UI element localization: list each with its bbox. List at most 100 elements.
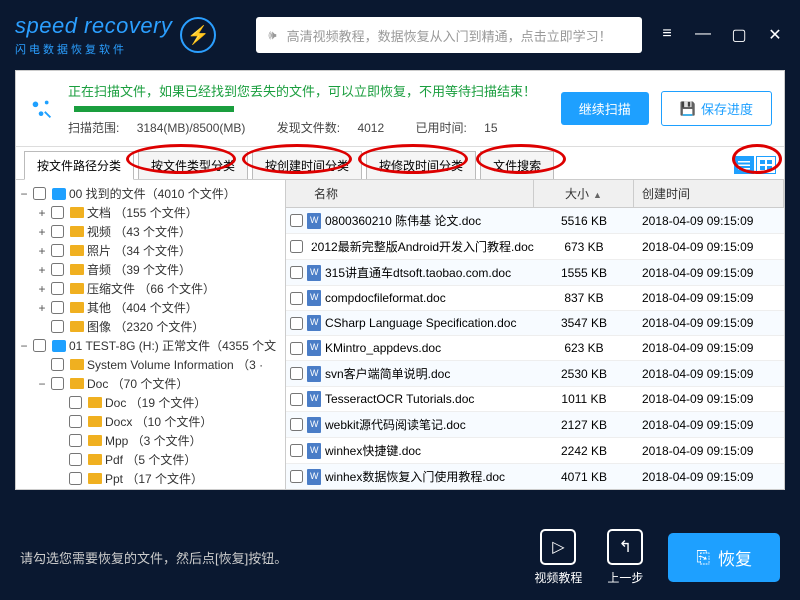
video-tutorial-button[interactable]: ▷ 视频教程 [534,529,582,586]
column-name[interactable]: 名称 [286,180,534,207]
tree-node[interactable]: + 文档 （155 个文件） [18,203,283,222]
expand-toggle[interactable]: + [36,206,48,220]
file-checkbox[interactable] [290,292,303,305]
tree-label[interactable]: Docx （10 个文件） [105,413,212,430]
tree-node[interactable]: System Volume Information （3 · [18,355,283,374]
file-row[interactable]: CSharp Language Specification.doc3547 KB… [286,311,784,336]
tab-search[interactable]: 文件搜索 [480,151,554,179]
tree-label[interactable]: Ppt （17 个文件） [105,470,203,487]
tree-node[interactable]: + 压缩文件 （66 个文件） [18,279,283,298]
expand-toggle[interactable]: + [36,263,48,277]
expand-toggle[interactable] [54,453,66,467]
file-checkbox[interactable] [290,418,303,431]
tree-label[interactable]: Doc （19 个文件） [105,394,206,411]
folder-tree[interactable]: −00 找到的文件（4010 个文件）+文档 （155 个文件）+视频 （43 … [16,180,286,489]
expand-toggle[interactable]: − [36,377,48,391]
tree-node[interactable]: − Doc （70 个文件） [18,374,283,393]
column-created[interactable]: 创建时间 [634,180,784,207]
tree-label[interactable]: System Volume Information （3 · [87,356,263,373]
continue-scan-button[interactable]: 继续扫描 [561,92,649,125]
expand-toggle[interactable] [36,320,48,334]
file-row[interactable]: winhex快捷键.doc2242 KB2018-04-09 09:15:09 [286,438,784,464]
promo-banner[interactable]: 🕪 高清视频教程，数据恢复从入门到精通，点击立即学习！ [256,17,642,53]
tree-label[interactable]: 01 TEST-8G (H:) 正常文件（4355 个文 [69,337,276,354]
file-checkbox[interactable] [290,317,303,330]
grid-view-button[interactable] [756,156,776,174]
tree-node[interactable]: Pptx （3 个文件） [18,488,283,489]
tree-checkbox[interactable] [33,339,46,352]
expand-toggle[interactable]: − [18,339,30,353]
file-row[interactable]: svn客户端简单说明.doc2530 KB2018-04-09 09:15:09 [286,361,784,387]
tree-checkbox[interactable] [33,187,46,200]
tree-label[interactable]: 照片 （34 个文件） [87,242,191,259]
file-row[interactable]: KMintro_appdevs.doc623 KB2018-04-09 09:1… [286,336,784,361]
file-checkbox[interactable] [290,367,303,380]
close-button[interactable]: ✕ [765,25,785,45]
tree-node[interactable]: Ppt （17 个文件） [18,469,283,488]
tab-by-type[interactable]: 按文件类型分类 [138,151,248,179]
file-checkbox[interactable] [290,266,303,279]
tree-label[interactable]: 视频 （43 个文件） [87,223,191,240]
tree-checkbox[interactable] [51,206,64,219]
tree-label[interactable]: 音频 （39 个文件） [87,261,191,278]
tree-node[interactable]: −00 找到的文件（4010 个文件） [18,184,283,203]
expand-toggle[interactable] [54,472,66,486]
tree-checkbox[interactable] [51,282,64,295]
tab-by-path[interactable]: 按文件路径分类 [24,151,134,180]
recover-button[interactable]: ⎘ 恢复 [668,533,780,582]
expand-toggle[interactable]: + [36,301,48,315]
tree-label[interactable]: 图像 （2320 个文件） [87,318,204,335]
file-row[interactable]: 2012最新完整版Android开发入门教程.doc673 KB2018-04-… [286,234,784,260]
tree-node[interactable]: Pdf （5 个文件） [18,450,283,469]
tree-node[interactable]: + 其他 （404 个文件） [18,298,283,317]
expand-toggle[interactable] [36,358,48,372]
expand-toggle[interactable]: + [36,282,48,296]
file-checkbox[interactable] [290,240,303,253]
tree-checkbox[interactable] [69,472,82,485]
tree-node[interactable]: Docx （10 个文件） [18,412,283,431]
menu-icon[interactable]: ≡ [657,25,677,45]
tree-node[interactable]: − 01 TEST-8G (H:) 正常文件（4355 个文 [18,336,283,355]
tab-by-created[interactable]: 按创建时间分类 [252,151,362,179]
tree-checkbox[interactable] [69,434,82,447]
tree-label[interactable]: Pdf （5 个文件） [105,451,196,468]
tree-node[interactable]: + 照片 （34 个文件） [18,241,283,260]
file-row[interactable]: webkit源代码阅读笔记.doc2127 KB2018-04-09 09:15… [286,412,784,438]
tree-label[interactable]: Mpp （3 个文件） [105,432,202,449]
tree-checkbox[interactable] [51,358,64,371]
tree-checkbox[interactable] [51,244,64,257]
tree-node[interactable]: Mpp （3 个文件） [18,431,283,450]
tree-label[interactable]: Doc （70 个文件） [87,375,188,392]
expand-toggle[interactable]: + [36,225,48,239]
tree-checkbox[interactable] [69,415,82,428]
file-row[interactable]: TesseractOCR Tutorials.doc1011 KB2018-04… [286,387,784,412]
tree-checkbox[interactable] [69,453,82,466]
tree-checkbox[interactable] [51,320,64,333]
tab-by-modified[interactable]: 按修改时间分类 [366,151,476,179]
maximize-button[interactable]: ▢ [729,25,749,45]
tree-node[interactable]: + 视频 （43 个文件） [18,222,283,241]
expand-toggle[interactable] [54,396,66,410]
back-button[interactable]: ↰ 上一步 [607,529,643,586]
column-size[interactable]: 大小▲ [534,180,634,207]
expand-toggle[interactable]: + [36,244,48,258]
file-checkbox[interactable] [290,342,303,355]
expand-toggle[interactable] [54,434,66,448]
tree-node[interactable]: Doc （19 个文件） [18,393,283,412]
tree-label[interactable]: 压缩文件 （66 个文件） [87,280,215,297]
file-row[interactable]: compdocfileformat.doc837 KB2018-04-09 09… [286,286,784,311]
list-view-button[interactable] [734,156,754,174]
expand-toggle[interactable] [54,415,66,429]
tree-checkbox[interactable] [69,396,82,409]
tree-label[interactable]: 其他 （404 个文件） [87,299,198,316]
tree-checkbox[interactable] [51,263,64,276]
minimize-button[interactable]: — [693,25,713,45]
file-checkbox[interactable] [290,214,303,227]
tree-label[interactable]: 00 找到的文件（4010 个文件） [69,185,236,202]
tree-checkbox[interactable] [51,301,64,314]
file-row[interactable]: 0800360210 陈伟基 论文.doc5516 KB2018-04-09 0… [286,208,784,234]
save-progress-button[interactable]: 💾保存进度 [661,91,772,126]
tree-node[interactable]: + 音频 （39 个文件） [18,260,283,279]
tree-label[interactable]: 文档 （155 个文件） [87,204,198,221]
tree-checkbox[interactable] [51,225,64,238]
